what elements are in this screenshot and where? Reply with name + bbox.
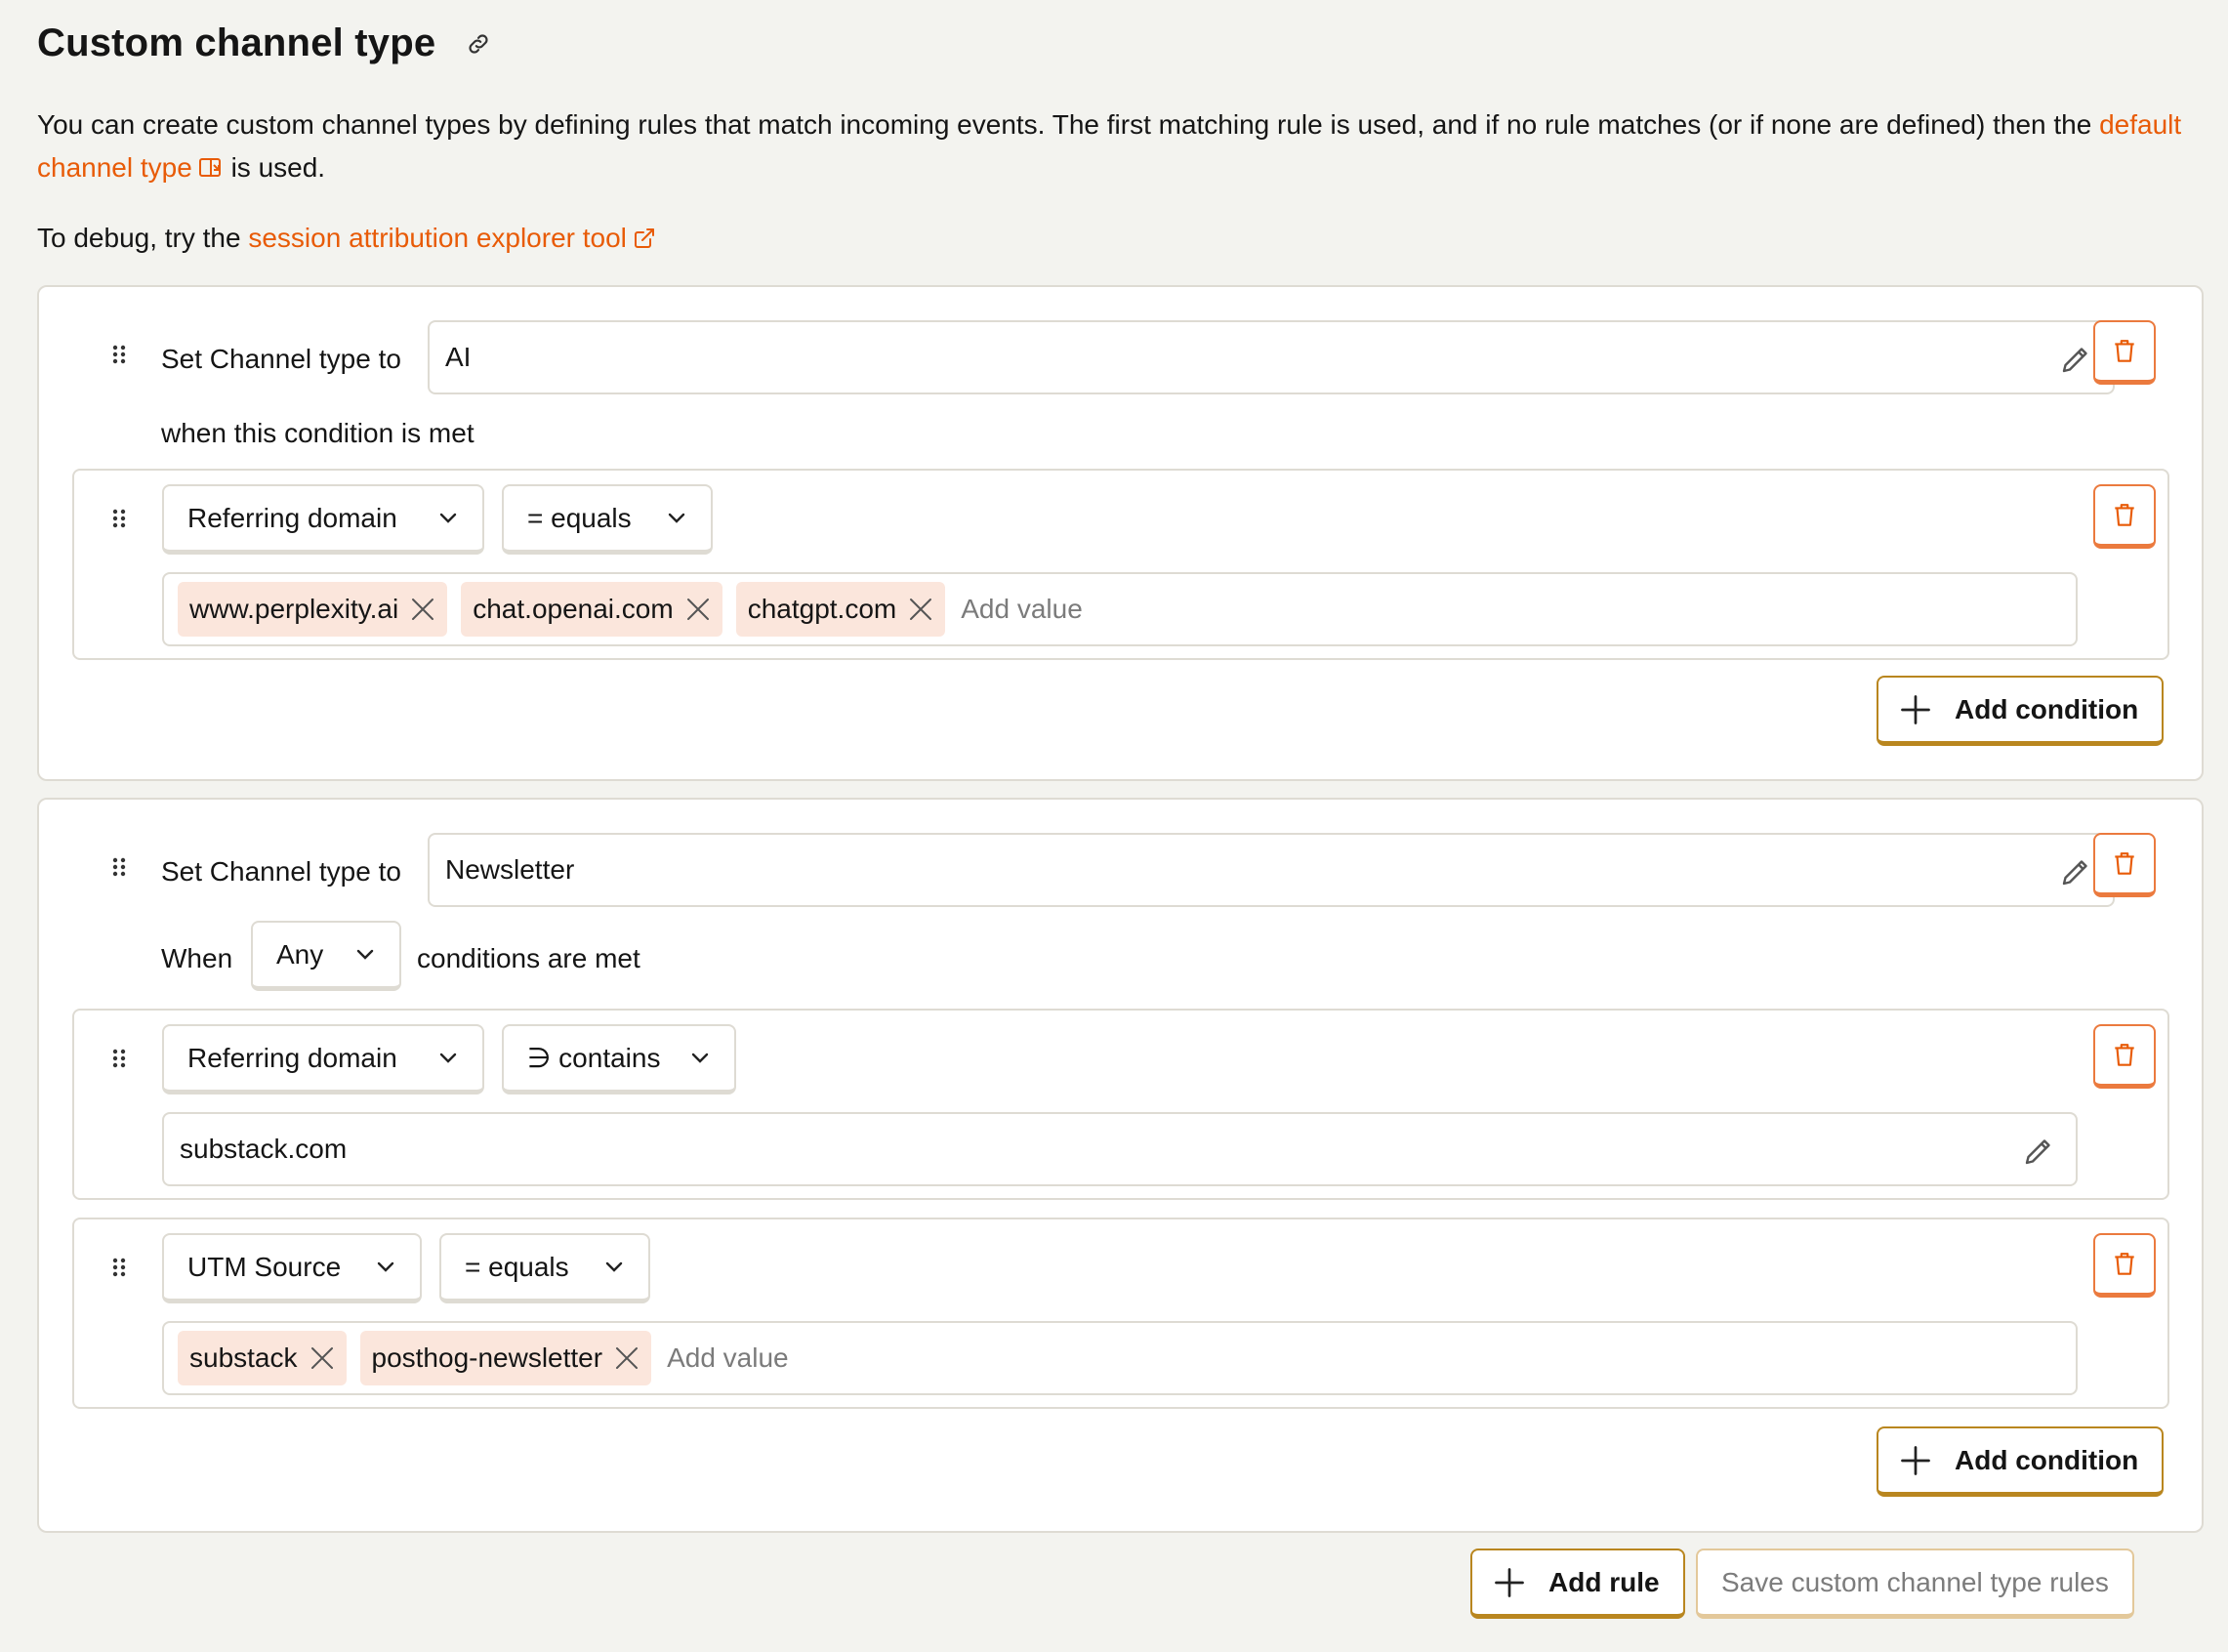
trash-icon: [2115, 851, 2134, 875]
property-select-value: Referring domain: [187, 1042, 397, 1073]
drag-handle-icon[interactable]: [110, 1257, 128, 1278]
chevron-down-icon: [586, 1260, 625, 1274]
value-chip: substack: [178, 1331, 347, 1385]
trash-icon: [2115, 503, 2134, 526]
save-rules-button[interactable]: Save custom channel type rules: [1696, 1549, 2134, 1619]
values-input[interactable]: www.perplexity.ai chat.openai.com chatgp…: [162, 572, 2078, 646]
property-select[interactable]: UTM Source: [162, 1233, 422, 1303]
close-icon[interactable]: [308, 1343, 337, 1373]
edit-pencil-icon[interactable]: [2058, 342, 2093, 384]
condition-block: Referring domain = equals www.perplexity…: [72, 469, 2169, 660]
open-in-panel-icon: [198, 149, 224, 192]
value-chip: chat.openai.com: [461, 582, 722, 637]
close-icon[interactable]: [906, 595, 935, 624]
value-chip: posthog-newsletter: [359, 1331, 652, 1385]
value-chip: chatgpt.com: [735, 582, 946, 637]
description: You can create custom channel types by d…: [37, 103, 2195, 192]
channel-type-field[interactable]: Newsletter: [428, 833, 2115, 907]
chevron-down-icon: [672, 1052, 711, 1065]
match-mode-select[interactable]: Any: [251, 921, 401, 991]
add-condition-label: Add condition: [1955, 693, 2139, 724]
property-select-value: Referring domain: [187, 502, 397, 533]
chevron-down-icon: [357, 1260, 396, 1274]
channel-type-value: Newsletter: [445, 854, 575, 885]
add-value-input[interactable]: [665, 1342, 959, 1374]
operator-select[interactable]: = equals: [439, 1233, 650, 1303]
close-icon[interactable]: [408, 595, 437, 624]
value-chip: www.perplexity.ai: [178, 582, 448, 637]
value-chip-label: posthog-newsletter: [371, 1342, 603, 1373]
edit-pencil-icon[interactable]: [2021, 1134, 2056, 1176]
rule-card-1: Set Channel type to AI when this conditi…: [37, 285, 2204, 781]
session-attribution-explorer-link[interactable]: session attribution explorer tool: [248, 223, 656, 253]
when-label: When: [161, 943, 233, 973]
condition-met-label: when this condition is met: [161, 418, 474, 448]
delete-condition-button[interactable]: [2093, 1024, 2156, 1089]
title-row: Custom channel type: [37, 21, 496, 65]
plus-icon: [1495, 1567, 1524, 1597]
session-attribution-explorer-link-text: session attribution explorer tool: [248, 223, 627, 253]
property-select[interactable]: Referring domain: [162, 484, 484, 555]
description-text: You can create custom channel types by d…: [37, 109, 2100, 140]
drag-handle-icon[interactable]: [110, 508, 128, 529]
operator-select-value: ∋ contains: [527, 1043, 661, 1073]
description-suffix: is used.: [223, 152, 326, 183]
value-chip-label: chatgpt.com: [747, 594, 897, 624]
delete-condition-button[interactable]: [2093, 1233, 2156, 1298]
operator-select[interactable]: = equals: [502, 484, 713, 555]
condition-block: Referring domain ∋ contains substack.com: [72, 1009, 2169, 1200]
trash-icon: [2115, 1252, 2134, 1275]
operator-select[interactable]: ∋ contains: [502, 1024, 736, 1094]
debug-hint: To debug, try the session attribution ex…: [37, 217, 656, 263]
condition-value: substack.com: [180, 1134, 348, 1164]
value-chip-label: chat.openai.com: [473, 594, 674, 624]
chevron-down-icon: [420, 1052, 459, 1065]
set-channel-type-label: Set Channel type to: [161, 344, 401, 374]
condition-value-field[interactable]: substack.com: [162, 1112, 2078, 1186]
rule-card-2: Set Channel type to Newsletter When Any …: [37, 798, 2204, 1533]
add-condition-label: Add condition: [1955, 1444, 2139, 1475]
page-title: Custom channel type: [37, 21, 436, 64]
add-value-input[interactable]: [959, 594, 1253, 625]
close-icon[interactable]: [612, 1343, 641, 1373]
channel-type-field[interactable]: AI: [428, 320, 2115, 394]
conditions-met-label: conditions are met: [417, 943, 640, 973]
delete-rule-button[interactable]: [2093, 320, 2156, 385]
match-mode-value: Any: [276, 938, 324, 970]
property-select-value: UTM Source: [187, 1251, 342, 1282]
value-chip-label: substack: [189, 1342, 298, 1373]
channel-type-value: AI: [445, 342, 472, 372]
add-rule-button[interactable]: Add rule: [1470, 1549, 1685, 1619]
values-input[interactable]: substack posthog-newsletter: [162, 1321, 2078, 1395]
plus-icon: [1901, 694, 1930, 724]
add-condition-button[interactable]: Add condition: [1877, 676, 2165, 746]
close-icon[interactable]: [683, 595, 713, 624]
save-rules-label: Save custom channel type rules: [1721, 1566, 2109, 1597]
external-link-icon: [633, 220, 656, 263]
drag-handle-icon[interactable]: [110, 344, 128, 365]
chevron-down-icon: [420, 512, 459, 525]
condition-block: UTM Source = equals substack posthog-new…: [72, 1218, 2169, 1409]
delete-rule-button[interactable]: [2093, 833, 2156, 897]
drag-handle-icon[interactable]: [110, 1048, 128, 1069]
edit-pencil-icon[interactable]: [2058, 854, 2093, 896]
link-icon[interactable]: [461, 26, 496, 62]
drag-handle-icon[interactable]: [110, 856, 128, 878]
value-chip-label: www.perplexity.ai: [189, 594, 399, 624]
operator-select-value: = equals: [465, 1251, 569, 1282]
chevron-down-icon: [648, 512, 687, 525]
delete-condition-button[interactable]: [2093, 484, 2156, 549]
trash-icon: [2115, 1043, 2134, 1066]
set-channel-type-label: Set Channel type to: [161, 856, 401, 887]
debug-text: To debug, try the: [37, 223, 249, 253]
chevron-down-icon: [337, 948, 376, 962]
add-condition-button[interactable]: Add condition: [1877, 1426, 2165, 1497]
custom-channel-type-page: Custom channel type You can create custo…: [0, 0, 2228, 1652]
add-rule-label: Add rule: [1548, 1566, 1660, 1597]
property-select[interactable]: Referring domain: [162, 1024, 484, 1094]
trash-icon: [2115, 339, 2134, 362]
operator-select-value: = equals: [527, 502, 632, 533]
plus-icon: [1901, 1445, 1930, 1475]
